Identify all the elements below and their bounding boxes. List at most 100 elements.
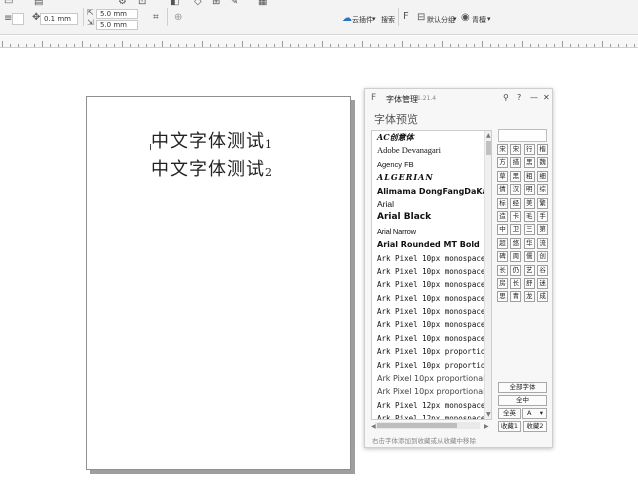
- search-button[interactable]: 搜索: [381, 15, 395, 25]
- default-group-menu[interactable]: 默认分组: [427, 15, 455, 25]
- settings-icon[interactable]: ⚙: [118, 0, 127, 8]
- charset-filter-button[interactable]: 龙: [523, 291, 535, 303]
- charset-filter-button[interactable]: 成: [537, 291, 549, 303]
- charset-filter-button[interactable]: 粗: [523, 170, 535, 182]
- charset-filter-button[interactable]: 美: [523, 197, 535, 209]
- font-list[interactable]: AC创意体 Adobe Devanagari Agency FB ALGERIAN Al…: [371, 130, 492, 420]
- font-list-item[interactable]: Ark Pixel 12px monospaced: [372, 412, 491, 419]
- scroll-up-icon[interactable]: ▲: [486, 132, 491, 139]
- panel-titlebar[interactable]: F 字体管理 1.21.4 ⚲ ? — ✕: [365, 89, 552, 107]
- favorites-1-button[interactable]: 收藏1: [498, 421, 521, 432]
- snap-icon[interactable]: ⌗: [153, 12, 159, 24]
- preview-size-select[interactable]: A ▾: [522, 408, 547, 419]
- charset-filter-button[interactable]: 黑: [510, 170, 522, 182]
- horizontal-scrollbar-thumb[interactable]: [377, 423, 457, 428]
- shape-icon[interactable]: ◇: [194, 0, 202, 8]
- font-list-item[interactable]: AC创意体: [372, 131, 491, 144]
- font-list-item[interactable]: Ark Pixel 10px proportion: [372, 359, 491, 372]
- font-list-item[interactable]: Adobe Devanagari: [372, 144, 491, 157]
- edit-icon[interactable]: ✎: [230, 0, 238, 8]
- charset-filter-button[interactable]: 中: [497, 224, 508, 236]
- font-list-item[interactable]: Ark Pixel 10px monospaced: [372, 332, 491, 345]
- charset-filter-button[interactable]: 三: [523, 224, 535, 236]
- charset-filter-button[interactable]: 造: [497, 210, 508, 222]
- charset-filter-button[interactable]: 手: [537, 210, 549, 222]
- sample-text-line-2[interactable]: 中文字体测试2: [151, 155, 273, 181]
- font-list-item[interactable]: Ark Pixel 12px monospaced: [372, 399, 491, 412]
- charset-filter-button[interactable]: 长: [510, 277, 522, 289]
- page-icon[interactable]: ▦: [258, 0, 267, 8]
- charset-filter-button[interactable]: 标: [497, 197, 508, 209]
- nudge-distance-input[interactable]: 0.1 mm: [40, 13, 78, 25]
- charset-filter-button[interactable]: 卫: [510, 224, 522, 236]
- scroll-right-icon[interactable]: ▶: [484, 423, 489, 430]
- charset-filter-button[interactable]: 经: [510, 197, 522, 209]
- all-fonts-button[interactable]: 全部字体: [498, 382, 547, 393]
- close-icon[interactable]: ✕: [543, 93, 550, 102]
- charset-filter-button[interactable]: 黑: [523, 157, 535, 169]
- help-icon[interactable]: ?: [517, 93, 521, 102]
- charset-filter-button[interactable]: 方: [497, 157, 508, 169]
- save-icon[interactable]: ▤: [34, 0, 43, 8]
- charset-filter-button[interactable]: 思: [497, 291, 508, 303]
- horizontal-scrollbar[interactable]: [375, 422, 480, 429]
- charset-filter-button[interactable]: 汉: [510, 184, 522, 196]
- all-english-button[interactable]: 全英: [498, 408, 521, 419]
- charset-filter-button[interactable]: 华: [523, 237, 535, 249]
- sample-text-line-1[interactable]: 中文字体测试1: [151, 127, 273, 153]
- font-manager-icon[interactable]: F: [403, 11, 409, 23]
- pin-icon[interactable]: ⚲: [503, 93, 509, 102]
- font-list-item[interactable]: Ark Pixel 10px proportion: [372, 345, 491, 358]
- rectangle-tool-icon[interactable]: ▭: [4, 0, 13, 8]
- font-list-item[interactable]: Ark Pixel 10px monospaced: [372, 305, 491, 318]
- charset-filter-button[interactable]: 细: [537, 170, 549, 182]
- font-list-scrollbar[interactable]: ▲ ▼: [484, 131, 491, 419]
- charset-filter-button[interactable]: 房: [497, 277, 508, 289]
- font-list-item[interactable]: Ark Pixel 10px monospaced: [372, 292, 491, 305]
- font-list-item[interactable]: Ark Pixel 10px monospaced: [372, 265, 491, 278]
- font-list-item[interactable]: Ark Pixel 10px monospaced: [372, 318, 491, 331]
- charset-filter-button[interactable]: 长: [497, 264, 508, 276]
- font-list-item[interactable]: Arial Rounded MT Bold: [372, 238, 491, 251]
- charset-filter-button[interactable]: 谷: [537, 264, 549, 276]
- charset-filter-button[interactable]: 周: [510, 251, 522, 263]
- duplicate-y-input[interactable]: 5.0 mm: [96, 20, 138, 30]
- charset-filter-button[interactable]: 综: [537, 184, 549, 196]
- font-list-item[interactable]: Ark Pixel 10px proportional: [372, 385, 491, 398]
- green-theme-menu[interactable]: 青檀: [472, 15, 486, 25]
- scrollbar-thumb[interactable]: [486, 141, 491, 155]
- charset-filter-button[interactable]: 超: [497, 237, 508, 249]
- outline-select[interactable]: [12, 13, 24, 25]
- charset-filter-button[interactable]: 第: [537, 224, 549, 236]
- charset-filter-button[interactable]: 迷: [537, 277, 549, 289]
- canvas-page[interactable]: 中文字体测试1 中文字体测试2: [86, 96, 351, 470]
- charset-filter-button[interactable]: 青: [510, 291, 522, 303]
- font-list-item[interactable]: Alimama DongFangDaKai: [372, 185, 491, 198]
- charset-filter-button[interactable]: 楷: [537, 144, 549, 155]
- font-list-item[interactable]: Ark Pixel 10px monospaced: [372, 252, 491, 265]
- font-list-item[interactable]: Agency FB: [372, 158, 491, 171]
- font-list-item[interactable]: ALGERIAN: [372, 171, 491, 184]
- charset-filter-button[interactable]: 行: [523, 144, 535, 155]
- scroll-left-icon[interactable]: ◀: [371, 423, 376, 430]
- charset-filter-button[interactable]: 卡: [510, 210, 522, 222]
- align-icon[interactable]: ⊡: [138, 0, 146, 8]
- charset-filter-button[interactable]: 宋: [510, 144, 522, 155]
- charset-filter-button[interactable]: 繁: [537, 197, 549, 209]
- charset-filter-button[interactable]: 仍: [510, 264, 522, 276]
- all-chinese-button[interactable]: 全中: [498, 395, 547, 406]
- transform-icon[interactable]: ⊞: [212, 0, 220, 8]
- charset-filter-button[interactable]: 措: [510, 157, 522, 169]
- duplicate-x-input[interactable]: 5.0 mm: [96, 9, 138, 19]
- font-search-input[interactable]: [498, 129, 547, 142]
- charset-filter-button[interactable]: 毛: [523, 210, 535, 222]
- font-list-item[interactable]: Arial: [372, 198, 491, 211]
- charset-filter-button[interactable]: 儒: [523, 251, 535, 263]
- charset-filter-button[interactable]: 悠: [510, 237, 522, 249]
- layer-icon[interactable]: ◧: [170, 0, 179, 8]
- charset-filter-button[interactable]: 明: [523, 184, 535, 196]
- charset-filter-button[interactable]: 倩: [497, 184, 508, 196]
- charset-filter-button[interactable]: 宋: [497, 144, 508, 155]
- charset-filter-button[interactable]: 碑: [497, 251, 508, 263]
- font-list-item[interactable]: Ark Pixel 10px proportional: [372, 372, 491, 385]
